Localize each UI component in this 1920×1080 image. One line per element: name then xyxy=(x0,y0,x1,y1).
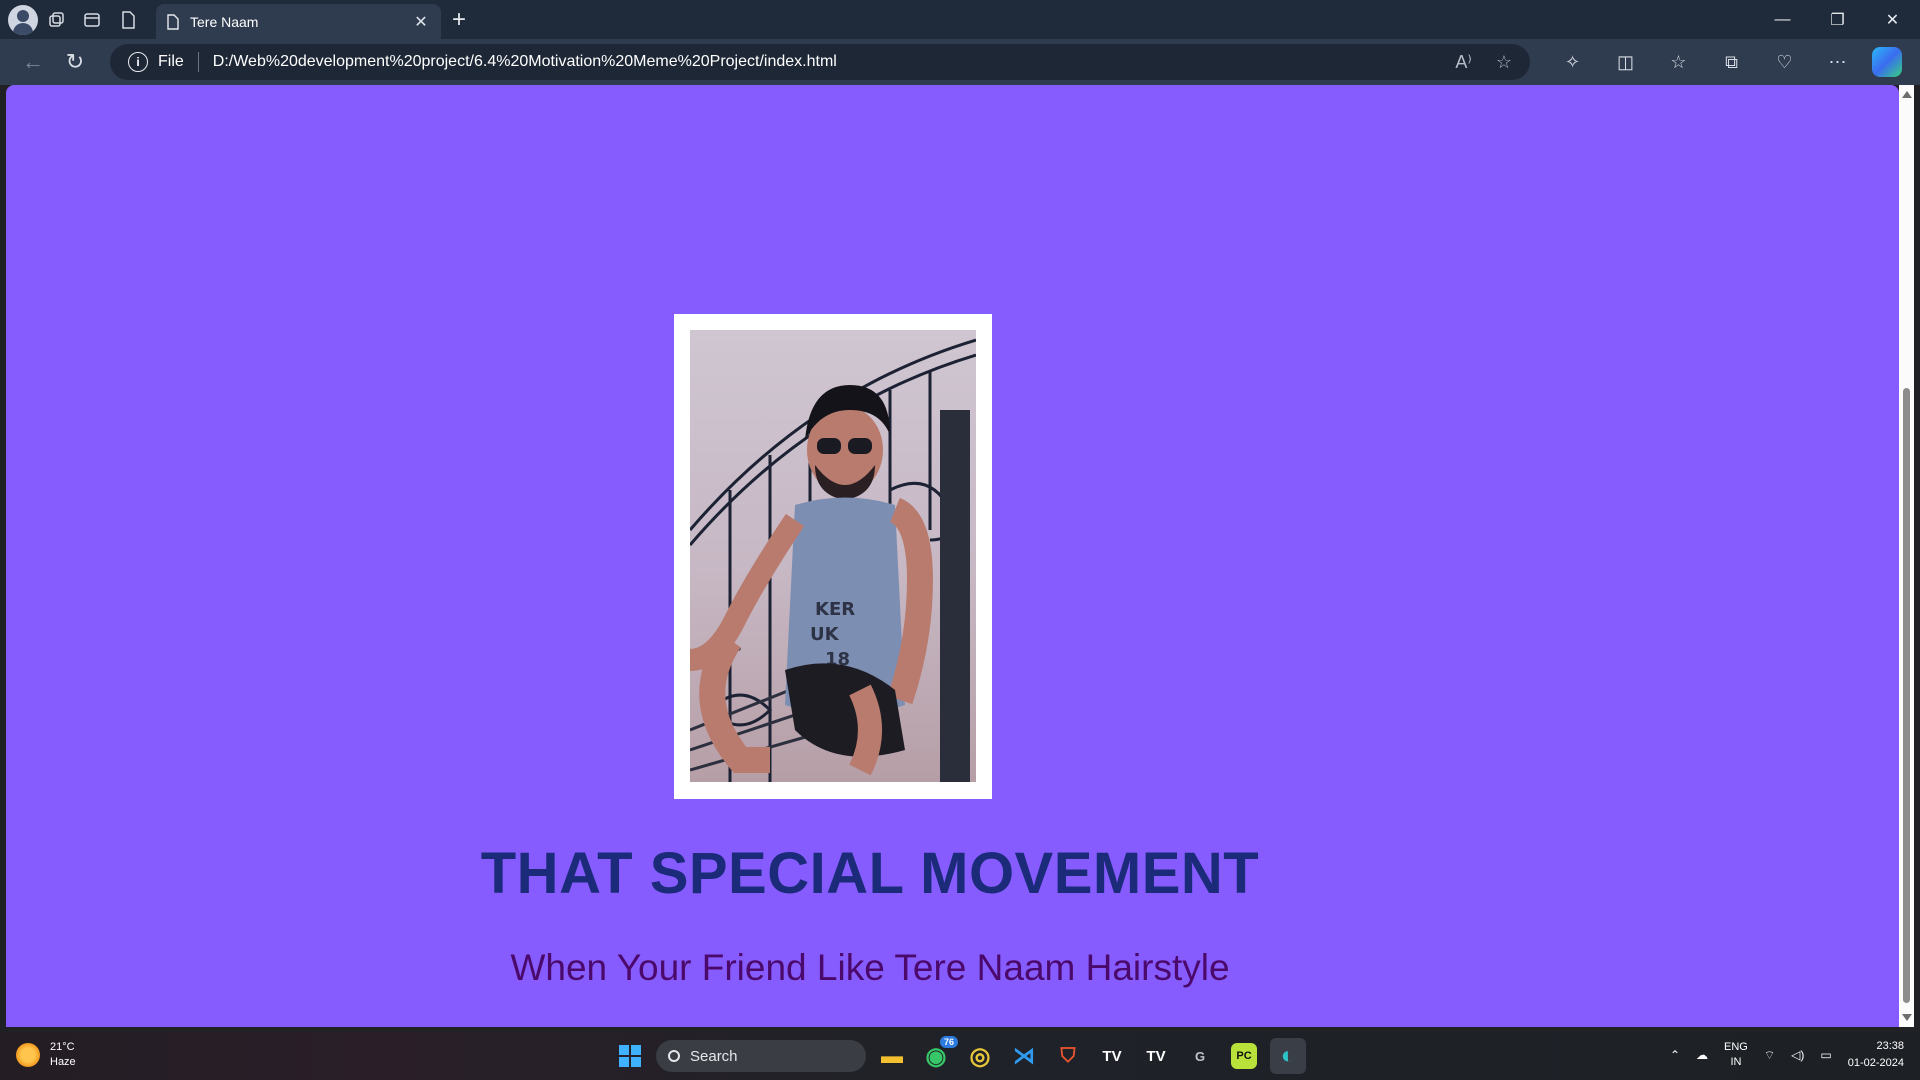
meme-subheading: When Your Friend Like Tere Naam Hairstyl… xyxy=(510,947,1230,988)
more-options-icon[interactable]: ⋯ xyxy=(1811,41,1864,83)
read-aloud-icon[interactable]: A⁾ xyxy=(1455,52,1471,73)
search-icon xyxy=(668,1050,680,1062)
split-screen-icon[interactable]: ◫ xyxy=(1599,41,1652,83)
onedrive-cloud-icon[interactable]: ☁ xyxy=(1696,1048,1708,1062)
minimize-icon[interactable]: — xyxy=(1755,0,1810,39)
browser-essentials-icon[interactable]: ♡ xyxy=(1758,41,1811,83)
close-tab-icon[interactable]: ✕ xyxy=(411,12,431,32)
lang-region: IN xyxy=(1730,1056,1742,1068)
clock-time: 23:38 xyxy=(1876,1040,1904,1052)
address-url[interactable]: D:/Web%20development%20project/6.4%20Mot… xyxy=(213,53,1456,71)
page-icon[interactable] xyxy=(110,2,146,38)
extensions-icon[interactable]: ✧ xyxy=(1546,41,1599,83)
meme-photo: KER UK 18 xyxy=(690,330,976,782)
windows-taskbar: 21°C Haze Search ▬ ◉ 76 ◎ ⋊ ⛉ TV TV G PC … xyxy=(0,1032,1920,1080)
page-viewport: KER UK 18 THAT SPECIAL MOVEMENT When You… xyxy=(6,85,1899,1027)
battery-icon[interactable]: ▭ xyxy=(1820,1048,1831,1062)
chrome-icon[interactable]: ◎ xyxy=(962,1038,998,1074)
scrollbar-thumb[interactable] xyxy=(1903,388,1910,1003)
clock-date: 01-02-2024 xyxy=(1847,1057,1904,1069)
windows-logo-icon xyxy=(619,1045,641,1067)
favorite-star-icon[interactable]: ☆ xyxy=(1496,52,1512,73)
new-tab-button[interactable]: + xyxy=(441,2,477,38)
show-hidden-icons-icon[interactable]: ⌃ xyxy=(1670,1048,1680,1062)
browser-toolbar: ← ↻ i File D:/Web%20development%20projec… xyxy=(0,39,1920,85)
profile-avatar[interactable] xyxy=(8,4,38,35)
edge-icon[interactable]: ◐ xyxy=(1270,1038,1306,1074)
weather-haze-icon xyxy=(16,1043,40,1067)
site-info-icon[interactable]: i xyxy=(128,52,148,72)
address-bar[interactable]: i File D:/Web%20development%20project/6.… xyxy=(110,44,1530,80)
search-label: Search xyxy=(690,1047,738,1065)
address-scheme: File xyxy=(158,53,184,70)
copilot-icon[interactable] xyxy=(1872,47,1902,77)
vscode-icon[interactable]: ⋊ xyxy=(1006,1038,1042,1074)
brave-icon[interactable]: ⛉ xyxy=(1050,1038,1086,1074)
document-icon xyxy=(167,13,179,30)
collections-icon[interactable]: ⧉ xyxy=(1705,41,1758,83)
tab-tere-naam[interactable]: Tere Naam ✕ xyxy=(156,4,441,39)
page-scrollbar[interactable] xyxy=(1899,85,1914,1027)
restore-icon[interactable]: ❐ xyxy=(1810,0,1865,39)
language-indicator[interactable]: ENG IN xyxy=(1724,1040,1748,1070)
weather-widget[interactable]: 21°C Haze xyxy=(16,1040,76,1070)
meme-photo-frame: KER UK 18 xyxy=(674,314,992,799)
back-icon[interactable]: ← xyxy=(12,41,54,83)
tradingview-alt-icon[interactable]: TV xyxy=(1138,1038,1174,1074)
scroll-down-arrow-icon[interactable] xyxy=(1902,1014,1912,1021)
close-window-icon[interactable]: ✕ xyxy=(1865,0,1920,39)
tab-title: Tere Naam xyxy=(190,13,259,30)
system-tray: ⌃ ☁ ENG IN ⌔ ◁) ▭ 23:38 01-02-2024 xyxy=(1670,1038,1904,1072)
browser-tab-bar: Tere Naam ✕ + — ❐ ✕ xyxy=(0,0,1920,39)
refresh-icon[interactable]: ↻ xyxy=(54,41,96,83)
whatsapp-icon[interactable]: ◉ 76 xyxy=(918,1036,958,1074)
window-controls: — ❐ ✕ xyxy=(1755,0,1920,39)
whatsapp-badge: 76 xyxy=(939,1036,958,1048)
tradingview-icon[interactable]: TV xyxy=(1094,1038,1130,1074)
pycharm-icon[interactable]: PC xyxy=(1231,1043,1257,1069)
tab-actions-icon[interactable] xyxy=(74,2,110,38)
lang-code: ENG xyxy=(1724,1041,1748,1053)
clock[interactable]: 23:38 01-02-2024 xyxy=(1848,1038,1904,1072)
wifi-icon[interactable]: ⌔ xyxy=(1764,1048,1775,1063)
scroll-up-arrow-icon[interactable] xyxy=(1902,91,1912,98)
app-g-icon[interactable]: G xyxy=(1182,1038,1218,1074)
address-separator xyxy=(197,52,199,72)
favorites-icon[interactable]: ☆ xyxy=(1652,41,1705,83)
weather-condition: Haze xyxy=(50,1056,76,1068)
taskbar-search[interactable]: Search xyxy=(656,1040,866,1072)
weather-temp: 21°C xyxy=(50,1041,75,1053)
svg-text:UK: UK xyxy=(810,624,840,645)
start-button[interactable] xyxy=(612,1038,648,1074)
file-explorer-icon[interactable]: ▬ xyxy=(874,1038,910,1074)
svg-text:KER: KER xyxy=(815,599,855,620)
volume-icon[interactable]: ◁) xyxy=(1791,1048,1804,1062)
meme-heading: THAT SPECIAL MOVEMENT xyxy=(480,841,1260,906)
workspaces-icon[interactable] xyxy=(38,2,74,38)
